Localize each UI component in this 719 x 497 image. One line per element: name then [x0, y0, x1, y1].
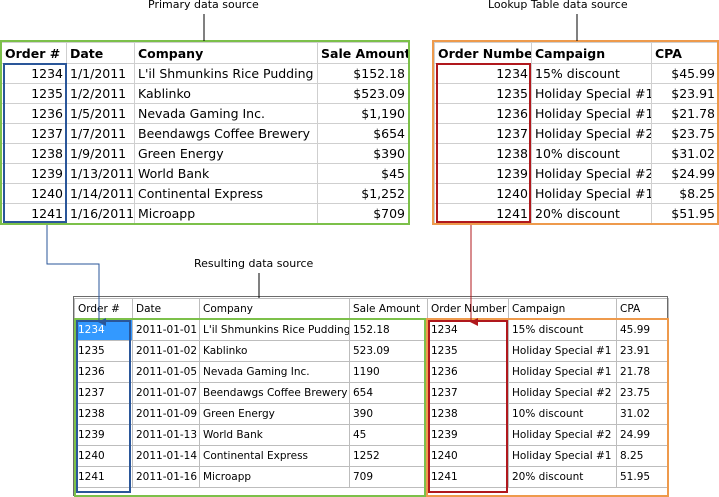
primary-key-connector: [46, 225, 106, 326]
connector-overlay: [46, 14, 578, 326]
